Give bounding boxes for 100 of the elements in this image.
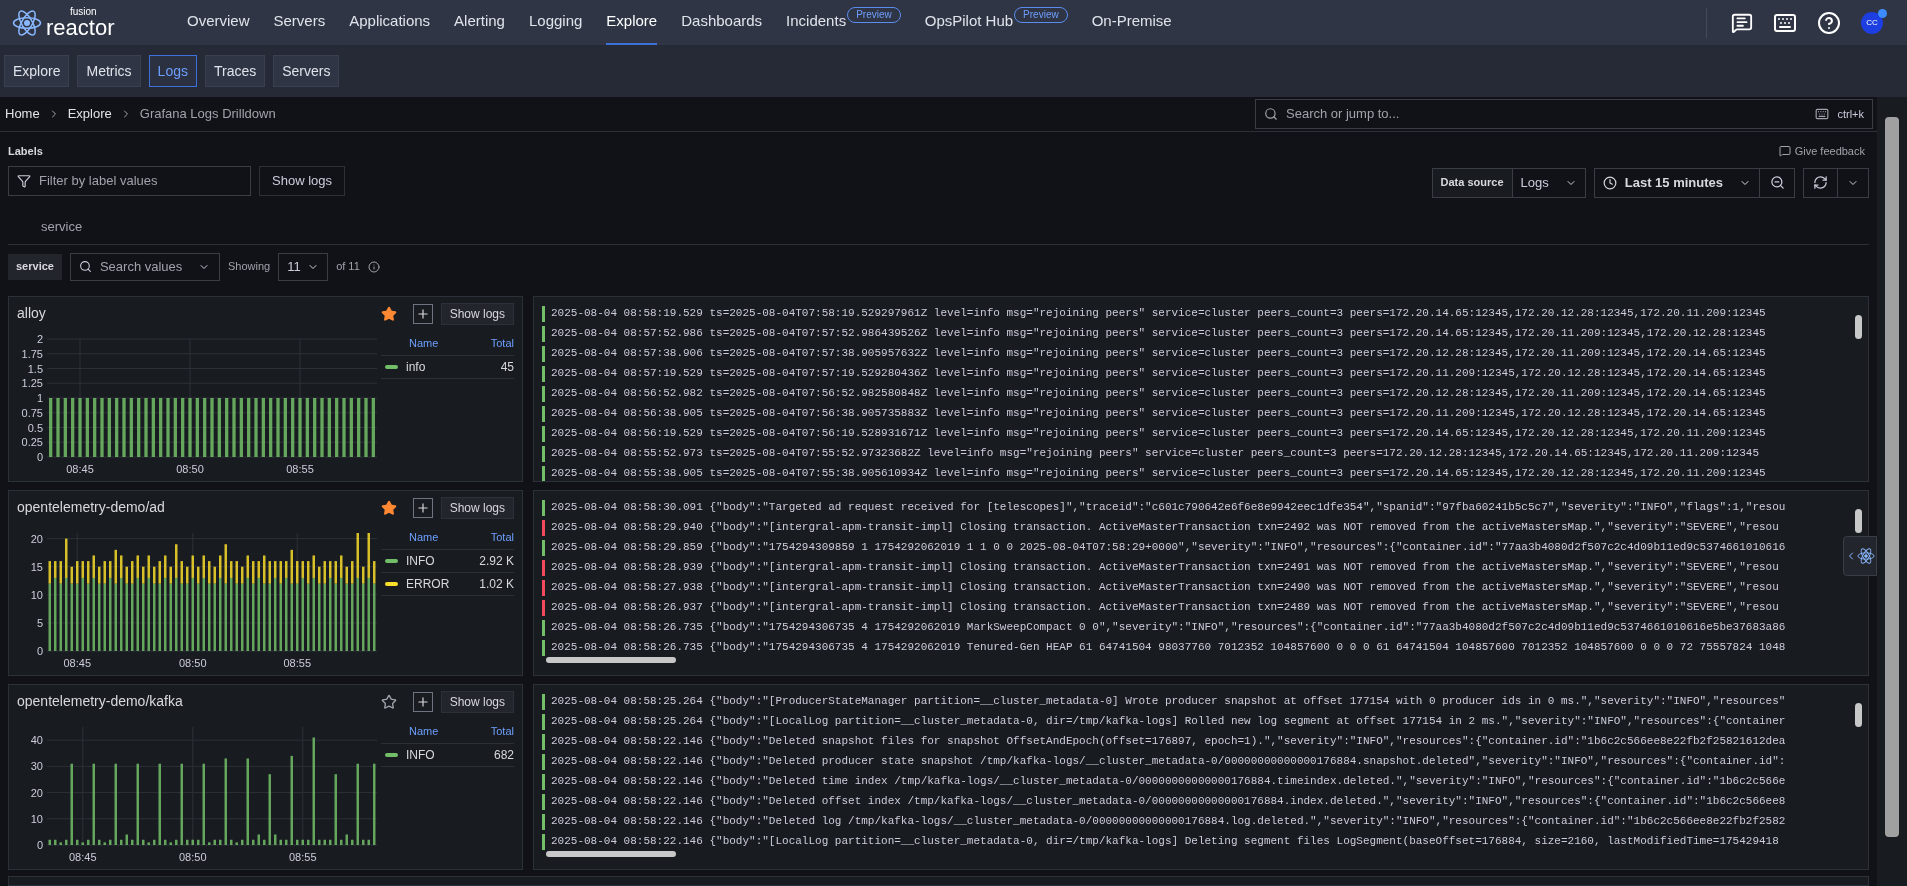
search-values-field[interactable]: Search values xyxy=(69,252,220,281)
log-line[interactable]: 2025-08-04 08:58:22.146 {"body":"[LocalLog partition=__cluster_metadata-0, dir=/tmp/kafka-logs] Deleting segment files LogSegment(baseOffset=176884, size=2160, lastModifiedTime=175429418 xyxy=(551,833,1779,850)
vertical-scrollbar[interactable] xyxy=(1855,702,1862,727)
log-line[interactable]: 2025-08-04 08:58:25.264 {"body":"[ProducerStateManager partition=__cluster_metadata-0] Wrote producer snapshot at offset 177154 with 0 producer ids in 0 ms.","severity":"INFO","resources" xyxy=(551,693,1786,710)
bar xyxy=(241,839,244,845)
axis-tick-label: 1 xyxy=(36,391,43,404)
axis-tick-label: 08:50 xyxy=(179,656,207,669)
search-input[interactable]: Search or jump to... xyxy=(1286,104,1808,124)
star-icon[interactable] xyxy=(380,499,397,516)
vertical-scrollbar[interactable] xyxy=(1855,508,1862,533)
filter-field[interactable]: Filter by label values xyxy=(8,165,251,196)
legend-header: Total xyxy=(490,529,514,545)
breadcrumb-link[interactable]: Grafana Logs Drilldown xyxy=(139,104,276,124)
bar xyxy=(109,839,112,845)
nav-tab[interactable]: Dashboards xyxy=(681,0,763,45)
log-line[interactable]: 2025-08-04 08:55:52.973 ts=2025-08-04T07:55:52.97323682Z level=info msg="rejoining peers" service=cluster peers_count=3 peers=172.20.12.28:12345,172.20.14.65:12345,172.20.11.209:12345 xyxy=(551,445,1759,462)
log-line[interactable]: 2025-08-04 08:58:29.940 {"body":"[intergral-apm-transit-impl] Closing transaction. ActiveMasterTransaction txn=2492 was NOT removed from the activeMastersMap.","severity":"SEVERE","resou xyxy=(551,519,1779,536)
bar xyxy=(120,839,123,845)
add-button[interactable] xyxy=(412,497,433,518)
nav-tab[interactable]: Overview xyxy=(187,0,250,45)
log-line[interactable]: 2025-08-04 08:58:27.938 {"body":"[intergral-apm-transit-impl] Closing transaction. ActiveMasterTransaction txn=2490 was NOT removed from the activeMastersMap.","severity":"SEVERE","resou xyxy=(551,579,1779,596)
nav-tab[interactable]: Incidents xyxy=(786,0,847,45)
bar xyxy=(298,397,302,457)
log-line[interactable]: 2025-08-04 08:58:22.146 {"body":"Deleted producer state snapshot /tmp/kafka-logs/__cluster_metadata-0/00000000000000176884.snapshot.deleted","severity":"INFO","resources":{"container.id": xyxy=(551,753,1786,770)
axis-tick-label: 08:45 xyxy=(63,656,91,669)
log-line[interactable]: 2025-08-04 08:58:22.146 {"body":"Deleted time index /tmp/kafka-logs/__cluster_metadata-0/00000000000000176884.timeindex.deleted.","severity":"INFO","resources":{"container.id":"1b6c2c566e xyxy=(551,773,1786,790)
filter-input[interactable]: Filter by label values xyxy=(39,170,242,191)
axis-tick-label: 08:50 xyxy=(179,850,207,863)
axis-tick-label: 20 xyxy=(30,786,43,799)
log-line[interactable]: 2025-08-04 08:57:19.529 ts=2025-08-04T07:57:19.529280436Z level=info msg="rejoining peers" service=cluster peers_count=3 peers=172.20.11.209:12345,172.20.12.28:12345,172.20.14.65:12345 xyxy=(551,365,1766,382)
bar xyxy=(186,839,189,845)
side-panel-toggle[interactable] xyxy=(1843,536,1877,576)
search-values-input[interactable]: Search values xyxy=(99,256,190,277)
sub-nav-tab[interactable]: Logs xyxy=(148,55,197,87)
log-line[interactable]: 2025-08-04 08:58:29.859 {"body":"1754294309859 1 1754292062019 1 1 0 0 2025-08-04T07:58:29+0000","severity":"INFO","resources":{"container.id":"77aa3b4080d2f507c2c4d09b11ed9c5374661010616 xyxy=(551,539,1786,556)
axis-tick-label: 1.25 xyxy=(21,376,43,389)
legend-name[interactable]: INFO xyxy=(406,552,480,570)
add-button[interactable] xyxy=(412,303,433,324)
log-line[interactable]: 2025-08-04 08:58:26.937 {"body":"[intergral-apm-transit-impl] Closing transaction. ActiveMasterTransaction txn=2489 was NOT removed from the activeMastersMap.","severity":"SEVERE","resou xyxy=(551,599,1779,616)
nav-tab[interactable]: Applications xyxy=(349,0,431,45)
bar xyxy=(239,397,243,457)
bar xyxy=(232,397,236,457)
legend-name[interactable]: INFO xyxy=(406,746,494,764)
bar xyxy=(364,397,368,457)
log-line[interactable]: 2025-08-04 08:58:26.735 {"body":"1754294306735 4 1754292062019 MarkSweepCompact 0 0","severity":"INFO","resources":{"container.id":"77aa3b4080d2f507c2c4d09b11ed9c5374661010616e5be37683a86 xyxy=(551,619,1786,636)
legend-name[interactable]: ERROR xyxy=(406,575,480,593)
star-icon[interactable] xyxy=(380,305,397,322)
nav-tab[interactable]: Servers xyxy=(273,0,326,45)
bar xyxy=(191,839,194,845)
log-line[interactable]: 2025-08-04 08:55:38.905 ts=2025-08-04T07:55:38.905610934Z level=info msg="rejoining peers" service=cluster peers_count=3 peers=172.20.14.65:12345,172.20.12.28:12345,172.20.11.209:12345 xyxy=(551,465,1766,481)
nav-tab[interactable]: On-Premise xyxy=(1091,0,1172,45)
axis-tick-label: 08:45 xyxy=(66,462,94,475)
bar xyxy=(313,397,317,457)
axis-tick-label: 15 xyxy=(30,560,43,573)
sub-nav-tab[interactable]: Traces xyxy=(204,55,266,87)
log-line[interactable]: 2025-08-04 08:58:19.529 ts=2025-08-04T07:58:19.529297961Z level=info msg="rejoining peers" service=cluster peers_count=3 peers=172.20.14.65:12345,172.20.12.28:12345,172.20.11.209:12345 xyxy=(551,305,1766,322)
nav-tab[interactable]: Logging xyxy=(528,0,583,45)
log-line[interactable]: 2025-08-04 08:58:22.146 {"body":"Deleted log /tmp/kafka-logs/__cluster_metadata-0/00000000000000176884.log.deleted.","severity":"INFO","resources":{"container.id":"1b6c2c566ee8e22fb2f2582 xyxy=(551,813,1786,830)
log-line[interactable]: 2025-08-04 08:58:25.264 {"body":"[LocalLog partition=__cluster_metadata-0, dir=/tmp/kafka-logs] Rolled new log segment at offset 177154 in 2 ms.","severity":"INFO","resources":{"container xyxy=(551,713,1786,730)
nav-tab[interactable]: Alerting xyxy=(454,0,505,45)
chat-icon[interactable] xyxy=(1731,11,1753,34)
sub-nav-tab[interactable]: Metrics xyxy=(77,55,141,87)
star-icon[interactable] xyxy=(380,693,397,710)
feedback-link[interactable]: Give feedback xyxy=(1794,143,1865,160)
horizontal-scrollbar[interactable] xyxy=(546,656,676,663)
sub-nav-tab[interactable]: Servers xyxy=(273,55,340,87)
vertical-scrollbar[interactable] xyxy=(1855,314,1862,339)
show-logs-button[interactable]: Show logs xyxy=(440,496,514,519)
label-tab[interactable]: service xyxy=(41,216,83,237)
log-line[interactable]: 2025-08-04 08:58:22.146 {"body":"Deleted snapshot files for snapshot OffsetAndEpoch(offset=176897, epoch=1).","severity":"INFO","resources":{"container.id":"1b6c2c566ee8e22fb2f25821612dea xyxy=(551,733,1786,750)
bar xyxy=(323,839,326,845)
search-field[interactable]: Search or jump to... ctrl+k xyxy=(1255,99,1873,129)
bar xyxy=(98,839,101,845)
log-line[interactable]: 2025-08-04 08:58:22.146 {"body":"Deleted offset index /tmp/kafka-logs/__cluster_metadata-0/00000000000000176884.index.deleted.","severity":"INFO","resources":{"container.id":"1b6c2c566ee8 xyxy=(551,793,1786,810)
help-icon[interactable] xyxy=(1817,10,1841,35)
show-logs-button[interactable]: Show logs xyxy=(440,302,514,325)
sub-nav-tab[interactable]: Explore xyxy=(4,55,70,87)
log-line[interactable]: 2025-08-04 08:58:30.091 {"body":"Targeted ad request received for [telescopes]","traceid":"c601c790642e6f6e8e9942eec1dfe354","spanid":"97fba60241b5c5c7","severity":"INFO","flags":1,"resou xyxy=(551,499,1786,516)
page-scrollbar[interactable] xyxy=(1877,97,1907,886)
count-select[interactable]: 11 xyxy=(278,252,329,281)
log-line[interactable]: 2025-08-04 08:56:52.982 ts=2025-08-04T07:56:52.982580848Z level=info msg="rejoining peers" service=cluster peers_count=3 peers=172.20.12.28:12345,172.20.11.209:12345,172.20.14.65:12345 xyxy=(551,385,1766,402)
horizontal-scrollbar[interactable] xyxy=(546,850,676,857)
legend-header: Total xyxy=(490,335,514,351)
log-line[interactable]: 2025-08-04 08:56:19.529 ts=2025-08-04T07:56:19.528931671Z level=info msg="rejoining peers" service=cluster peers_count=3 peers=172.20.14.65:12345,172.20.12.28:12345,172.20.11.209:12345 xyxy=(551,425,1766,442)
show-logs-button[interactable]: Show logs xyxy=(440,690,514,713)
info-icon[interactable] xyxy=(367,260,380,273)
log-line[interactable]: 2025-08-04 08:58:28.939 {"body":"[intergral-apm-transit-impl] Closing transaction. ActiveMasterTransaction txn=2491 was NOT removed from the activeMastersMap.","severity":"SEVERE","resou xyxy=(551,559,1779,576)
show-logs-button[interactable]: Show logs xyxy=(259,165,345,196)
log-line[interactable]: 2025-08-04 08:57:38.906 ts=2025-08-04T07:57:38.905957632Z level=info msg="rejoining peers" service=cluster peers_count=3 peers=172.20.12.28:12345,172.20.11.209:12345,172.20.14.65:12345 xyxy=(551,345,1766,362)
log-line[interactable]: 2025-08-04 08:57:52.986 ts=2025-08-04T07:57:52.986439526Z level=info msg="rejoining peers" service=cluster peers_count=3 peers=172.20.14.65:12345,172.20.11.209:12345,172.20.12.28:12345 xyxy=(551,325,1766,342)
breadcrumb-link[interactable]: Explore xyxy=(67,104,112,124)
panel-title: alloy xyxy=(17,304,47,323)
legend-name[interactable]: info xyxy=(406,358,501,376)
log-line[interactable]: 2025-08-04 08:58:26.735 {"body":"1754294306735 4 1754292062019 Tenured-Gen HEAP 61 64741504 98037760 7012352 104857600 0 0 0 61 64741504 104857600 7012352 104857600 0 0 0 72 75557824 1048 xyxy=(551,639,1786,656)
add-button[interactable] xyxy=(412,691,433,712)
bar xyxy=(320,397,324,457)
nav-tab[interactable]: OpsPilot Hub xyxy=(924,0,1014,45)
user-avatar[interactable]: CC xyxy=(1861,11,1883,34)
log-line[interactable]: 2025-08-04 08:56:38.905 ts=2025-08-04T07:56:38.905735883Z level=info msg="rejoining peers" service=cluster peers_count=3 peers=172.20.11.209:12345,172.20.12.28:12345,172.20.14.65:12345 xyxy=(551,405,1766,422)
breadcrumb-link[interactable]: Home xyxy=(5,104,40,124)
